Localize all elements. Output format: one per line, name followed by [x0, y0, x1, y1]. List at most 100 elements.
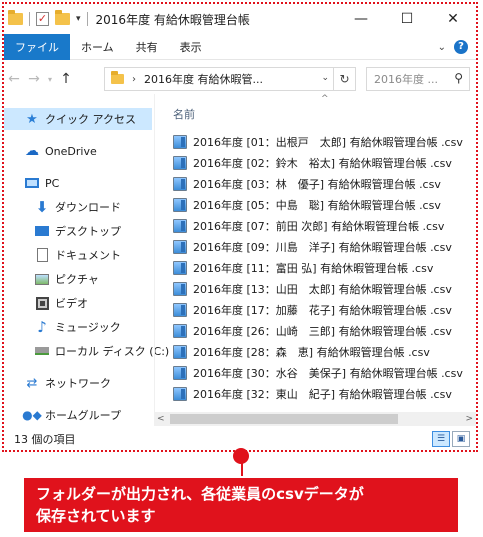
folder-icon: [111, 71, 124, 84]
customize-toolbar-icon[interactable]: ▾: [76, 14, 81, 24]
csv-file-icon: [173, 345, 187, 359]
file-row[interactable]: 2016年度 [01：出根戸 太郎] 有給休暇管理台帳 .csv: [173, 132, 463, 152]
callout-line-1: フォルダーが出力され、各従業員のcsvデータが: [36, 485, 364, 503]
file-row[interactable]: 2016年度 [07：前田 次郎] 有給休暇管理台帳 .csv: [173, 216, 444, 236]
desktop-icon: [34, 223, 50, 239]
file-name: 2016年度 [17：加藤 花子] 有給休暇管理台帳 .csv: [193, 304, 452, 317]
file-row[interactable]: 2016年度 [03：林 優子] 有給休暇管理台帳 .csv: [173, 174, 441, 194]
nav-item-homegroup[interactable]: ●◆ ホームグループ: [4, 404, 121, 426]
csv-file-icon: [173, 282, 187, 296]
file-row[interactable]: 2016年度 [28：森 恵] 有給休暇管理台帳 .csv: [173, 342, 430, 362]
tab-share[interactable]: 共有: [125, 34, 169, 60]
file-list: ^ 名前 2016年度 [01：出根戸 太郎] 有給休暇管理台帳 .csv 20…: [154, 94, 476, 424]
nav-item-local-disk[interactable]: ローカル ディスク (C:): [4, 340, 169, 362]
navigation-pane: ★ クイック アクセス ☁ OneDrive PC ⬇ ダウンロード デスクトッ…: [4, 102, 169, 426]
address-bar[interactable]: › 2016年度 有給休暇管... ⌄ ↻: [104, 67, 356, 91]
file-name: 2016年度 [13：山田 太郎] 有給休暇管理台帳 .csv: [193, 283, 452, 296]
csv-file-icon: [173, 303, 187, 317]
csv-file-icon: [173, 156, 187, 170]
nav-item-documents[interactable]: ドキュメント: [4, 244, 121, 266]
title-bar: ✓ ▾ 2016年度 有給休暇管理台帳 — ☐ ✕: [4, 4, 476, 34]
quick-access-toolbar: ✓ ▾: [4, 10, 88, 26]
file-name: 2016年度 [11：富田 弘] 有給休暇管理台帳 .csv: [193, 262, 434, 275]
ribbon-tabs: ファイル ホーム 共有 表示 ⌄ ?: [4, 33, 476, 60]
forward-arrow-icon[interactable]: →: [24, 71, 44, 87]
column-header-name[interactable]: 名前: [173, 106, 195, 122]
file-row[interactable]: 2016年度 [17：加藤 花子] 有給休暇管理台帳 .csv: [173, 300, 452, 320]
nav-item-network[interactable]: ⇄ ネットワーク: [4, 372, 111, 394]
horizontal-scrollbar[interactable]: < >: [154, 412, 476, 426]
nav-item-desktop[interactable]: デスクトップ: [4, 220, 121, 242]
chevron-down-icon[interactable]: ⌄: [321, 73, 329, 83]
scroll-left-icon[interactable]: <: [157, 412, 165, 426]
folder-icon[interactable]: [8, 10, 23, 25]
computer-icon: [24, 175, 40, 191]
file-name: 2016年度 [02：鈴木 裕太] 有給休暇管理台帳 .csv: [193, 157, 452, 170]
window-title: 2016年度 有給休暇管理台帳: [95, 12, 250, 27]
file-row[interactable]: 2016年度 [32：東山 紀子] 有給休暇管理台帳 .csv: [173, 384, 452, 404]
search-icon[interactable]: ⚲: [454, 71, 463, 85]
file-name: 2016年度 [26：山崎 三郎] 有給休暇管理台帳 .csv: [193, 325, 452, 338]
nav-item-label: ドキュメント: [55, 249, 121, 262]
callout-dot: [233, 448, 249, 464]
file-row[interactable]: 2016年度 [30：水谷 美保子] 有給休暇管理台帳 .csv: [173, 363, 463, 383]
nav-item-pictures[interactable]: ピクチャ: [4, 268, 99, 290]
details-view-icon[interactable]: ☰: [432, 431, 450, 447]
nav-item-onedrive[interactable]: ☁ OneDrive: [4, 140, 97, 162]
maximize-button[interactable]: ☐: [384, 4, 430, 34]
status-bar: 13 個の項目 ☰ ▣: [4, 428, 476, 450]
explorer-window: ✓ ▾ 2016年度 有給休暇管理台帳 — ☐ ✕ ファイル ホーム 共有 表示…: [4, 4, 476, 450]
large-icons-view-icon[interactable]: ▣: [452, 431, 470, 447]
nav-item-label: デスクトップ: [55, 225, 121, 238]
file-row[interactable]: 2016年度 [13：山田 太郎] 有給休暇管理台帳 .csv: [173, 279, 452, 299]
file-name: 2016年度 [09：川島 洋子] 有給休暇管理台帳 .csv: [193, 241, 452, 254]
file-name: 2016年度 [30：水谷 美保子] 有給休暇管理台帳 .csv: [193, 367, 463, 380]
breadcrumb[interactable]: 2016年度 有給休暇管...: [144, 71, 263, 87]
csv-file-icon: [173, 198, 187, 212]
cloud-icon: ☁: [25, 143, 39, 159]
view-switcher: ☰ ▣: [432, 431, 470, 447]
nav-item-quick-access[interactable]: ★ クイック アクセス: [4, 108, 152, 130]
nav-item-label: OneDrive: [45, 144, 97, 158]
file-row[interactable]: 2016年度 [02：鈴木 裕太] 有給休暇管理台帳 .csv: [173, 153, 452, 173]
scroll-right-icon[interactable]: >: [465, 412, 473, 426]
back-arrow-icon[interactable]: ←: [4, 71, 24, 87]
search-input[interactable]: 2016年度 ... ⚲: [366, 67, 470, 91]
close-button[interactable]: ✕: [430, 4, 476, 34]
ribbon-right: ⌄ ?: [438, 40, 468, 54]
file-name: 2016年度 [05：中島 聡] 有給休暇管理台帳 .csv: [193, 199, 441, 212]
chevron-right-icon[interactable]: ›: [132, 74, 136, 85]
csv-file-icon: [173, 135, 187, 149]
nav-item-videos[interactable]: ビデオ: [4, 292, 88, 314]
video-icon: [34, 295, 50, 311]
nav-item-label: ネットワーク: [45, 377, 111, 390]
new-folder-icon[interactable]: [55, 10, 70, 25]
minimize-button[interactable]: —: [338, 4, 384, 34]
file-row[interactable]: 2016年度 [09：川島 洋子] 有給休暇管理台帳 .csv: [173, 237, 452, 257]
nav-item-music[interactable]: ♪ ミュージック: [4, 316, 121, 338]
toolbar-divider: [29, 12, 30, 26]
tab-home[interactable]: ホーム: [70, 34, 125, 60]
file-row[interactable]: 2016年度 [11：富田 弘] 有給休暇管理台帳 .csv: [173, 258, 433, 278]
tab-file[interactable]: ファイル: [4, 33, 70, 60]
csv-file-icon: [173, 324, 187, 338]
file-row[interactable]: 2016年度 [26：山崎 三郎] 有給休暇管理台帳 .csv: [173, 321, 452, 341]
nav-item-pc[interactable]: PC: [4, 172, 59, 194]
network-icon: ⇄: [26, 375, 38, 391]
homegroup-icon: ●◆: [22, 408, 42, 422]
nav-item-downloads[interactable]: ⬇ ダウンロード: [4, 196, 121, 218]
refresh-icon[interactable]: ↻: [333, 68, 355, 90]
recent-locations-icon[interactable]: ▾: [44, 75, 56, 84]
nav-item-label: ダウンロード: [55, 201, 121, 214]
properties-icon[interactable]: ✓: [36, 12, 49, 26]
expand-ribbon-icon[interactable]: ⌄: [438, 42, 446, 53]
nav-item-label: ミュージック: [55, 321, 121, 334]
scrollbar-thumb[interactable]: [170, 414, 398, 424]
file-name: 2016年度 [32：東山 紀子] 有給休暇管理台帳 .csv: [193, 388, 452, 401]
tab-view[interactable]: 表示: [169, 34, 213, 60]
file-name: 2016年度 [28：森 恵] 有給休暇管理台帳 .csv: [193, 346, 430, 359]
sort-ascending-icon: ^: [321, 94, 329, 104]
file-row[interactable]: 2016年度 [05：中島 聡] 有給休暇管理台帳 .csv: [173, 195, 441, 215]
help-icon[interactable]: ?: [454, 40, 468, 54]
up-arrow-icon[interactable]: ↑: [56, 71, 76, 87]
